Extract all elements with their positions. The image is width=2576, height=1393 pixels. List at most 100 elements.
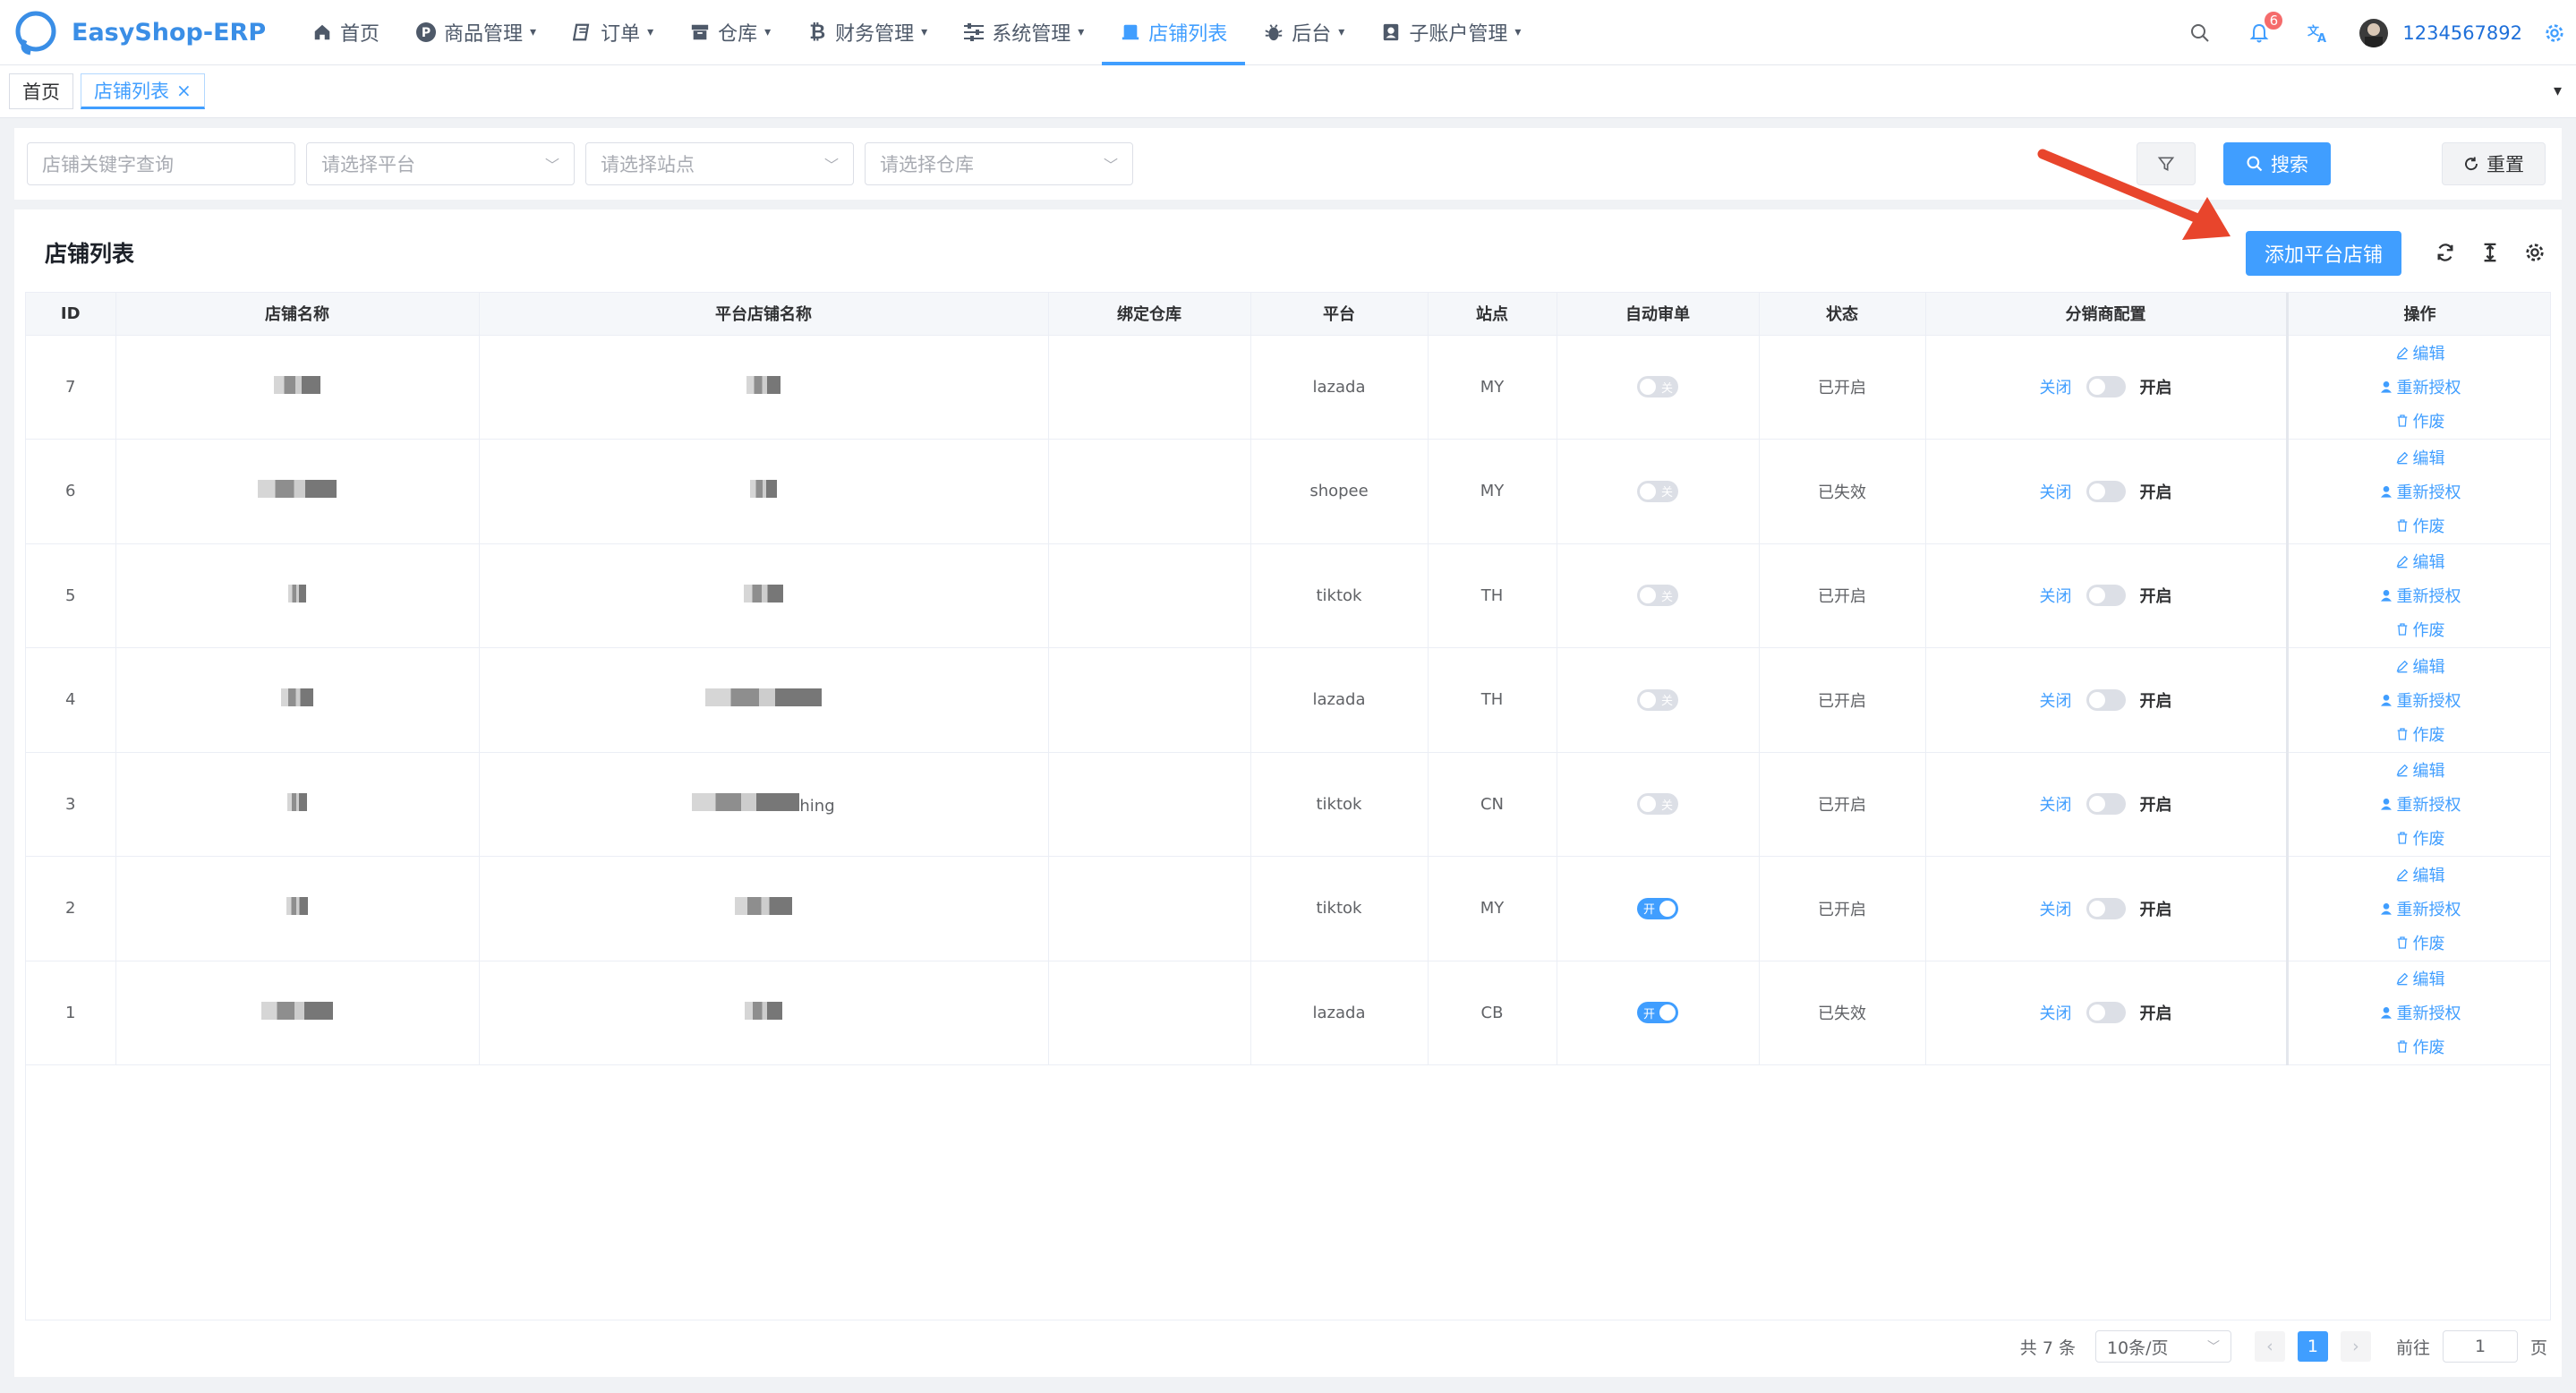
- auto-review-switch[interactable]: 关: [1637, 480, 1678, 502]
- prev-page-button[interactable]: ‹: [2254, 1331, 2285, 1362]
- edit-button[interactable]: 编辑: [2395, 550, 2445, 573]
- col-header-status[interactable]: 状态: [1759, 293, 1926, 336]
- search-icon[interactable]: [2184, 17, 2216, 49]
- menu-item-home[interactable]: 首页: [294, 0, 397, 65]
- menu-item-subaccounts[interactable]: 子账户管理 ▾: [1362, 0, 1539, 65]
- edit-button[interactable]: 编辑: [2395, 654, 2445, 678]
- reset-button[interactable]: 重置: [2442, 142, 2546, 185]
- reauthorize-label: 重新授权: [2396, 1004, 2461, 1024]
- menu-item-products[interactable]: P 商品管理 ▾: [397, 0, 554, 65]
- reauthorize-button[interactable]: 重新授权: [2379, 584, 2461, 607]
- col-header-distributor-config[interactable]: 分销商配置: [1925, 293, 2288, 336]
- close-icon[interactable]: ×: [176, 80, 192, 101]
- reauthorize-label: 重新授权: [2396, 691, 2461, 711]
- tab-home[interactable]: 首页: [9, 73, 73, 109]
- col-header-platform-store-name[interactable]: 平台店铺名称: [479, 293, 1049, 336]
- distributor-switch[interactable]: [2086, 480, 2126, 502]
- col-header-bound-warehouse[interactable]: 绑定仓库: [1048, 293, 1251, 336]
- cell-distributor-config: 关闭 开启: [1925, 647, 2288, 753]
- void-label: 作废: [2412, 413, 2445, 432]
- void-button[interactable]: 作废: [2395, 618, 2445, 641]
- goto-page-input[interactable]: 1: [2442, 1330, 2518, 1363]
- settings-gear-icon[interactable]: [2538, 17, 2571, 49]
- logo-icon: [15, 11, 56, 56]
- tab-store-list[interactable]: 店铺列表 ×: [81, 73, 205, 109]
- distributor-switch[interactable]: [2086, 793, 2126, 816]
- user-icon: [2380, 902, 2392, 915]
- void-button[interactable]: 作废: [2395, 1035, 2445, 1058]
- reauthorize-button[interactable]: 重新授权: [2379, 480, 2461, 503]
- page-size-select[interactable]: 10条/页 ﹀: [2094, 1330, 2231, 1363]
- translate-icon[interactable]: 文A: [2302, 17, 2334, 49]
- distributor-switch[interactable]: [2086, 688, 2126, 711]
- cell-auto-review: 开: [1557, 856, 1760, 961]
- distributor-switch[interactable]: [2086, 585, 2126, 607]
- col-header-platform[interactable]: 平台: [1250, 293, 1429, 336]
- menu-label: 系统管理: [992, 23, 1071, 46]
- reauthorize-button[interactable]: 重新授权: [2379, 792, 2461, 816]
- edit-button[interactable]: 编辑: [2395, 341, 2445, 364]
- add-platform-store-button[interactable]: 添加平台店铺: [2246, 231, 2401, 276]
- void-button[interactable]: 作废: [2395, 931, 2445, 954]
- col-header-auto-review[interactable]: 自动审单: [1557, 293, 1760, 336]
- page-title: 店铺列表: [45, 241, 135, 267]
- reauthorize-button[interactable]: 重新授权: [2379, 897, 2461, 920]
- auto-review-switch[interactable]: 关: [1637, 688, 1678, 711]
- notification-bell-icon[interactable]: 6: [2243, 9, 2285, 49]
- void-label: 作废: [2412, 830, 2445, 850]
- edit-button[interactable]: 编辑: [2395, 863, 2445, 886]
- distributor-switch[interactable]: [2086, 1002, 2126, 1024]
- menu-item-store-list[interactable]: 店铺列表: [1102, 0, 1246, 65]
- edit-button[interactable]: 编辑: [2395, 758, 2445, 782]
- cell-distributor-config: 关闭 开启: [1925, 856, 2288, 961]
- product-icon: P: [415, 21, 437, 43]
- warehouse-select[interactable]: 请选择仓库 ﹀: [865, 142, 1133, 185]
- menu-item-warehouse[interactable]: 仓库 ▾: [671, 0, 789, 65]
- auto-review-switch[interactable]: 关: [1637, 793, 1678, 816]
- platform-select[interactable]: 请选择平台 ﹀: [306, 142, 575, 185]
- cell-auto-review: 关: [1557, 335, 1760, 440]
- avatar[interactable]: [2359, 18, 2389, 47]
- store-keyword-input[interactable]: 店铺关键字查询: [27, 142, 295, 185]
- void-button[interactable]: 作废: [2395, 514, 2445, 537]
- bitcoin-icon: ₿: [809, 21, 826, 44]
- page-number-current[interactable]: 1: [2297, 1331, 2328, 1362]
- void-button[interactable]: 作废: [2395, 409, 2445, 432]
- reauthorize-button[interactable]: 重新授权: [2379, 375, 2461, 398]
- username[interactable]: 1234567892: [2402, 22, 2522, 44]
- void-button[interactable]: 作废: [2395, 722, 2445, 746]
- chevron-down-icon: ﹀: [823, 157, 839, 174]
- menu-item-finance[interactable]: ₿ 财务管理 ▾: [789, 0, 945, 65]
- reauthorize-button[interactable]: 重新授权: [2379, 1001, 2461, 1024]
- menu-item-orders[interactable]: 订单 ▾: [554, 0, 671, 65]
- auto-review-switch[interactable]: 开: [1637, 897, 1678, 919]
- cell-platform-store-name: hing: [479, 752, 1049, 857]
- reauthorize-button[interactable]: 重新授权: [2379, 688, 2461, 712]
- cell-actions: 编辑 重新授权 作废: [2285, 752, 2550, 857]
- void-button[interactable]: 作废: [2395, 826, 2445, 850]
- col-header-store-name[interactable]: 店铺名称: [115, 293, 480, 336]
- redacted-text: [735, 897, 792, 916]
- top-navbar: EasyShop-ERP 首页 P 商品管理 ▾ 订单 ▾ 仓库 ▾ ₿ 财务管…: [0, 0, 2576, 65]
- col-header-id[interactable]: ID: [26, 293, 116, 336]
- auto-review-switch[interactable]: 开: [1637, 1002, 1678, 1024]
- auto-review-switch[interactable]: 关: [1637, 376, 1678, 398]
- edit-button[interactable]: 编辑: [2395, 967, 2445, 990]
- col-header-actions[interactable]: 操作: [2285, 293, 2550, 336]
- edit-button[interactable]: 编辑: [2395, 446, 2445, 469]
- next-page-button[interactable]: ›: [2340, 1331, 2371, 1362]
- column-height-icon[interactable]: [2476, 238, 2504, 267]
- col-header-site[interactable]: 站点: [1428, 293, 1557, 336]
- app-logo[interactable]: EasyShop-ERP: [13, 8, 281, 56]
- menu-item-system[interactable]: 系统管理 ▾: [945, 0, 1102, 65]
- cell-auto-review: 关: [1557, 439, 1760, 544]
- auto-review-switch[interactable]: 关: [1637, 585, 1678, 607]
- menu-item-backend[interactable]: 后台 ▾: [1245, 0, 1362, 65]
- settings-icon[interactable]: [2521, 238, 2549, 267]
- trash-icon: [2397, 1040, 2407, 1053]
- site-select[interactable]: 请选择站点 ﹀: [585, 142, 854, 185]
- chevron-down-icon[interactable]: ▾: [2554, 81, 2562, 100]
- distributor-switch[interactable]: [2086, 376, 2126, 398]
- refresh-icon[interactable]: [2431, 238, 2460, 267]
- distributor-switch[interactable]: [2086, 897, 2126, 919]
